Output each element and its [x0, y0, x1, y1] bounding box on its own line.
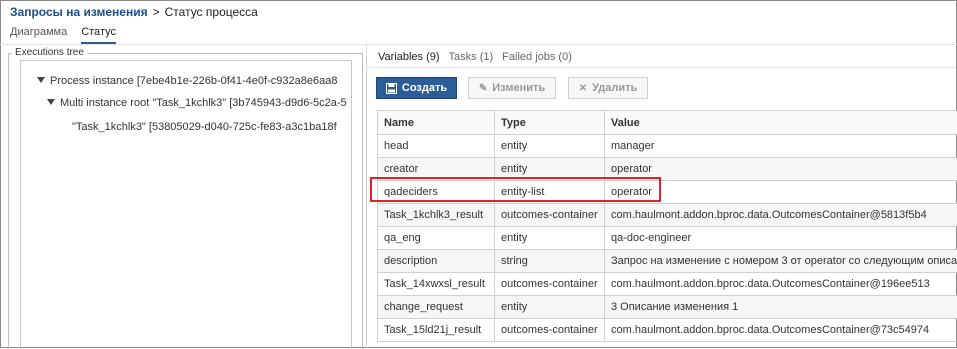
cell-name: creator: [378, 158, 495, 181]
cell-type: entity: [495, 158, 605, 181]
delete-button-label: Удалить: [592, 82, 637, 94]
cell-value: manager: [605, 135, 957, 158]
cell-value: com.haulmont.addon.bproc.data.OutcomesCo…: [605, 273, 957, 296]
executions-tree-legend: Executions tree: [12, 47, 87, 58]
cell-type: entity: [495, 296, 605, 319]
cell-value: qa-doc-engineer: [605, 227, 957, 250]
breadcrumb: Запросы на изменения > Статус процесса: [10, 5, 258, 19]
edit-button-label: Изменить: [492, 82, 545, 94]
table-row[interactable]: Task_14xwxsl_result outcomes-container c…: [378, 273, 957, 296]
create-button[interactable]: Создать: [376, 77, 457, 99]
cell-type: entity-list: [495, 181, 605, 204]
cell-value: operator: [605, 158, 957, 181]
view-tabs: Диаграмма Статус: [10, 26, 130, 44]
cell-type: outcomes-container: [495, 273, 605, 296]
create-icon: [386, 83, 397, 94]
cell-name: qadeciders: [378, 181, 495, 204]
breadcrumb-separator: >: [153, 5, 160, 19]
cell-name: Task_15ld21j_result: [378, 319, 495, 342]
table-row[interactable]: qadeciders entity-list operator: [378, 181, 957, 204]
expand-arrow-icon[interactable]: [47, 99, 55, 105]
tree-node-process-instance[interactable]: Process instance [7ebe4b1e-226b-0f41-4e0…: [37, 75, 337, 87]
close-icon: ✕: [579, 83, 587, 94]
expand-arrow-icon[interactable]: [37, 77, 45, 83]
tab-diagram[interactable]: Диаграмма: [10, 26, 67, 42]
cell-name: Task_14xwxsl_result: [378, 273, 495, 296]
cell-value: operator: [605, 181, 957, 204]
tab-failed-jobs[interactable]: Failed jobs (0): [502, 51, 572, 63]
tree-node-label: "Task_1kchlk3" [53805029-d040-725c-fe83-…: [72, 121, 337, 133]
tree-node-task[interactable]: "Task_1kchlk3" [53805029-d040-725c-fe83-…: [72, 121, 337, 133]
pencil-icon: ✎: [479, 83, 487, 94]
column-header-type[interactable]: Type: [495, 111, 605, 135]
cell-value: com.haulmont.addon.bproc.data.OutcomesCo…: [605, 319, 957, 342]
detail-tabs-divider: [367, 67, 955, 68]
breadcrumb-parent-link[interactable]: Запросы на изменения: [10, 5, 148, 19]
cell-type: outcomes-container: [495, 319, 605, 342]
cell-name: Task_1kchlk3_result: [378, 204, 495, 227]
tree-node-multi-instance-root[interactable]: Multi instance root "Task_1kchlk3" [3b74…: [47, 97, 347, 109]
cell-name: qa_eng: [378, 227, 495, 250]
column-header-value[interactable]: Value: [605, 111, 957, 135]
breadcrumb-current: Статус процесса: [165, 5, 258, 19]
edit-button[interactable]: ✎ Изменить: [468, 77, 556, 99]
cell-name: head: [378, 135, 495, 158]
executions-tree[interactable]: Process instance [7ebe4b1e-226b-0f41-4e0…: [20, 60, 352, 349]
variables-table: Name Type Value head entity manager crea…: [377, 110, 957, 342]
table-row[interactable]: Task_15ld21j_result outcomes-container c…: [378, 319, 957, 342]
split-divider[interactable]: [366, 44, 367, 348]
cell-type: entity: [495, 227, 605, 250]
cell-value: Запрос на изменение с номером 3 от opera…: [605, 250, 957, 273]
table-row[interactable]: Task_1kchlk3_result outcomes-container c…: [378, 204, 957, 227]
cell-type: outcomes-container: [495, 204, 605, 227]
table-row[interactable]: change_request entity 3 Описание изменен…: [378, 296, 957, 319]
cell-value: com.haulmont.addon.bproc.data.OutcomesCo…: [605, 204, 957, 227]
tab-variables[interactable]: Variables (9): [378, 51, 440, 63]
create-button-label: Создать: [402, 82, 447, 94]
cell-name: description: [378, 250, 495, 273]
tree-node-label: Process instance [7ebe4b1e-226b-0f41-4e0…: [50, 75, 337, 87]
table-row[interactable]: creator entity operator: [378, 158, 957, 181]
tree-node-label: Multi instance root "Task_1kchlk3" [3b74…: [60, 97, 347, 109]
tabs-divider: [0, 44, 957, 45]
tab-status[interactable]: Статус: [81, 26, 116, 44]
table-header-row: Name Type Value: [378, 111, 957, 135]
table-row[interactable]: qa_eng entity qa-doc-engineer: [378, 227, 957, 250]
table-row[interactable]: description string Запрос на изменение с…: [378, 250, 957, 273]
tab-tasks[interactable]: Tasks (1): [449, 51, 494, 63]
cell-type: entity: [495, 135, 605, 158]
cell-name: change_request: [378, 296, 495, 319]
column-header-name[interactable]: Name: [378, 111, 495, 135]
cell-value: 3 Описание изменения 1: [605, 296, 957, 319]
delete-button[interactable]: ✕ Удалить: [568, 77, 648, 99]
table-row[interactable]: head entity manager: [378, 135, 957, 158]
cell-type: string: [495, 250, 605, 273]
detail-tabs: Variables (9) Tasks (1) Failed jobs (0): [378, 51, 581, 63]
